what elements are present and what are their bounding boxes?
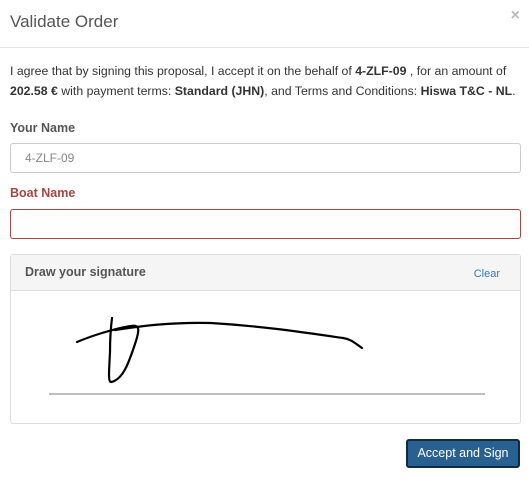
signature-canvas[interactable] xyxy=(11,292,520,423)
signature-panel: Draw your signature Clear xyxy=(10,254,521,424)
your-name-input[interactable] xyxy=(10,143,521,173)
validate-order-modal: Validate Order × I agree that by signing… xyxy=(0,0,529,479)
agreement-text-part: with payment terms: xyxy=(57,84,175,98)
payment-terms: Standard (JHN) xyxy=(174,84,265,98)
accept-and-sign-button[interactable]: Accept and Sign xyxy=(406,439,520,468)
modal-title: Validate Order xyxy=(10,12,119,31)
agreement-text-part: , for an amount of xyxy=(406,64,507,78)
signature-title: Draw your signature xyxy=(25,265,146,279)
agreement-text: I agree that by signing this proposal, I… xyxy=(10,61,522,101)
boat-name-label: Boat Name xyxy=(10,186,76,200)
signature-stroke xyxy=(113,321,364,350)
modal-header: Validate Order × xyxy=(0,0,529,48)
your-name-label: Your Name xyxy=(10,121,76,135)
boat-name-input[interactable] xyxy=(10,209,521,239)
terms-conditions: Hiswa T&C - NL xyxy=(420,84,513,98)
order-amount: 202.58 € xyxy=(10,84,58,98)
agreement-text-part: , and Terms and Conditions: xyxy=(264,84,421,98)
agreement-text-part: I agree that by signing this proposal, I… xyxy=(10,64,356,78)
clear-signature-link[interactable]: Clear xyxy=(474,268,500,280)
close-icon[interactable]: × xyxy=(511,8,520,24)
agreement-text-part: . xyxy=(512,84,516,98)
signature-heading: Draw your signature Clear xyxy=(11,255,520,291)
partner-name: 4-ZLF-09 xyxy=(355,64,407,78)
